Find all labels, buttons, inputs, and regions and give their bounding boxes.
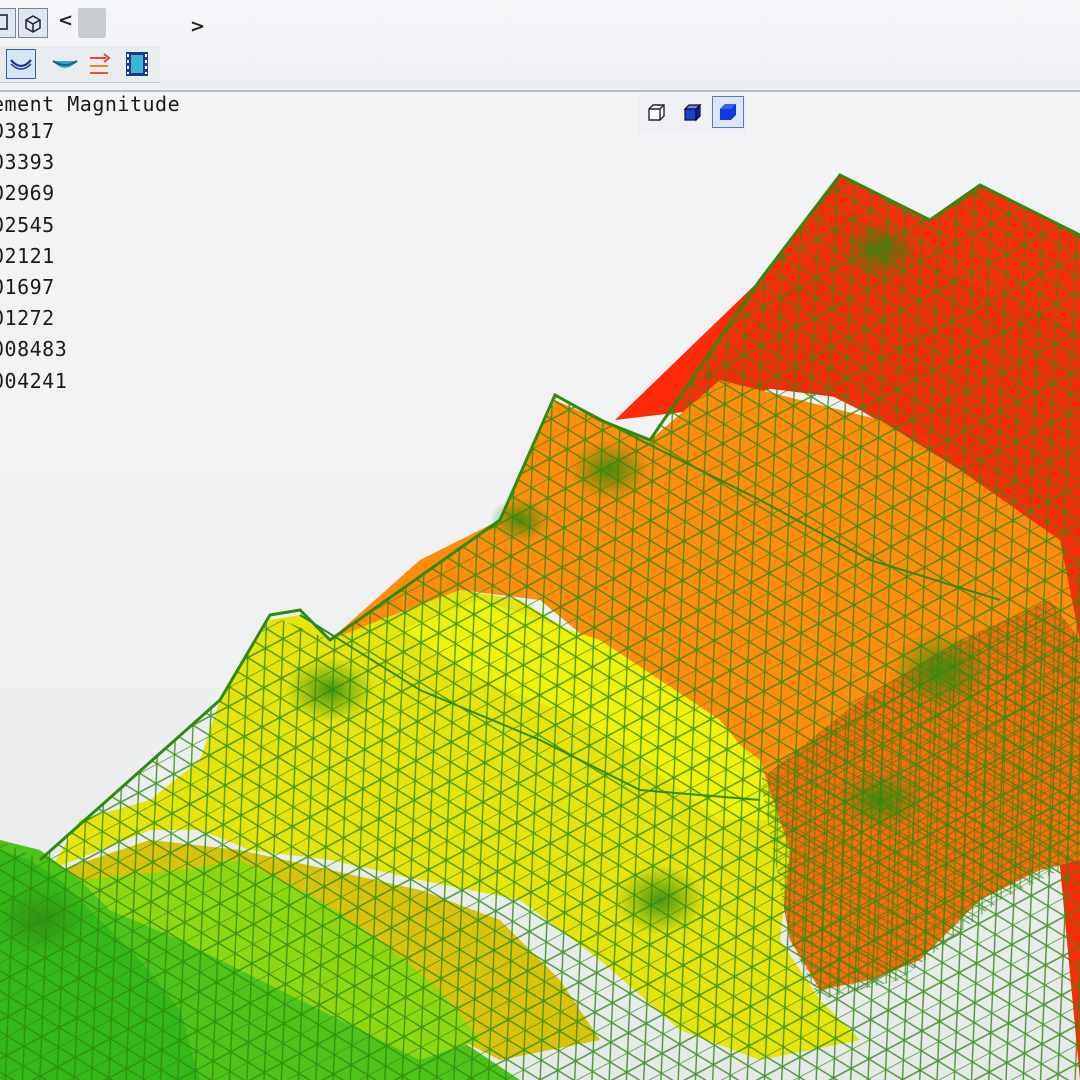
view-style-group	[638, 94, 746, 134]
chevron-left-icon[interactable]: <	[58, 10, 73, 31]
legend-value: 008483	[0, 337, 68, 362]
view-mode-icon[interactable]	[0, 8, 16, 38]
legend-value: 02121	[0, 243, 55, 268]
toolbar-row-results	[0, 46, 160, 83]
legend-value: 01697	[0, 274, 55, 299]
mesh-refinement-cluster	[570, 440, 650, 500]
legend-value: 004241	[0, 368, 68, 393]
vector-arrows-icon[interactable]	[86, 49, 116, 79]
legend-value: 03393	[0, 150, 55, 175]
mesh-refinement-cluster	[840, 220, 920, 280]
mesh-refinement-cluster	[615, 865, 705, 935]
shaded-edges-view-icon[interactable]	[676, 96, 708, 128]
toolbar-row-view: < >	[0, 6, 220, 40]
undeformed-shape-icon[interactable]	[50, 49, 80, 79]
legend-value: 03817	[0, 119, 55, 143]
scroll-thumb[interactable]	[78, 8, 106, 38]
legend: ement Magnitude 03817 03393 02969 02545 …	[0, 92, 180, 397]
chevron-right-icon[interactable]: >	[190, 16, 205, 37]
legend-title: ement Magnitude	[0, 92, 181, 116]
legend-value: 02969	[0, 181, 55, 206]
mesh-refinement-cluster	[835, 770, 925, 830]
mesh-refinement-cluster	[890, 630, 990, 710]
toolbar: < >	[0, 0, 1080, 92]
legend-value: 02545	[0, 212, 55, 237]
animation-film-icon[interactable]	[122, 49, 152, 79]
shaded-view-icon[interactable]	[712, 96, 744, 128]
mesh-refinement-cluster	[285, 658, 375, 722]
deformed-shape-icon[interactable]	[6, 49, 36, 79]
wireframe-view-icon[interactable]	[640, 96, 672, 128]
legend-value: 01272	[0, 306, 55, 331]
wireframe-cube-icon[interactable]	[18, 8, 48, 38]
